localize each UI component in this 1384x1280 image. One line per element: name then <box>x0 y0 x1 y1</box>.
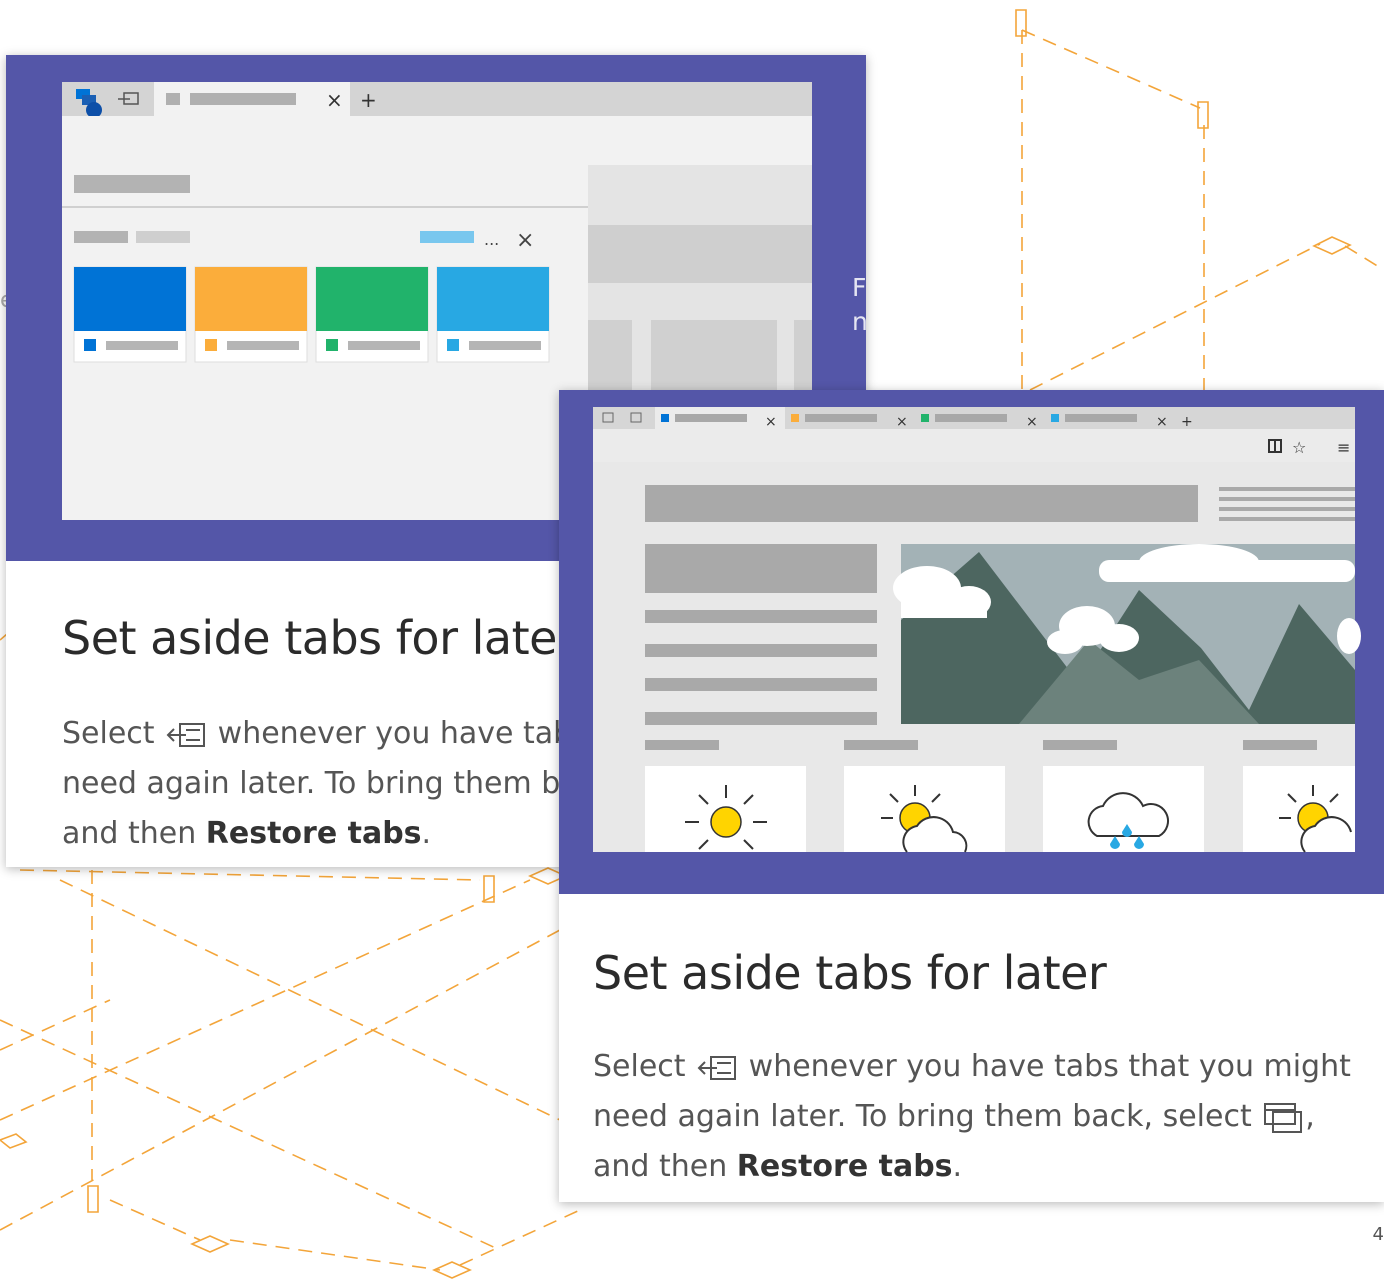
tip-body-text: . <box>421 816 432 851</box>
tile-cyan[interactable] <box>436 266 550 363</box>
tip-body-text: Select <box>593 1049 686 1084</box>
tabs-set-aside-icon <box>1264 1102 1303 1133</box>
tip-body-text: . <box>952 1149 963 1184</box>
tip-card-front: × × × × + ☆ ≡ Set aside tabs for later S… <box>559 390 1384 1202</box>
tile-blue[interactable] <box>73 266 187 363</box>
new-tab-icon[interactable]: + <box>360 88 377 112</box>
close-icon[interactable]: × <box>326 88 343 112</box>
restore-tabs-label: Restore tabs <box>736 1149 953 1184</box>
page-number: 4 <box>1372 1224 1384 1245</box>
svg-text:×: × <box>1156 414 1168 430</box>
restore-tabs-label: Restore tabs <box>205 816 422 851</box>
favorite-star-icon[interactable]: ☆ <box>1292 438 1306 457</box>
tip-title: Set aside tabs for later <box>593 946 1107 1000</box>
svg-text:...: ... <box>484 230 499 249</box>
svg-text:×: × <box>1026 414 1038 430</box>
tile-green[interactable] <box>315 266 429 363</box>
tile-orange[interactable] <box>194 266 308 363</box>
svg-text:×: × <box>896 414 908 430</box>
set-aside-tabs-icon <box>166 722 206 747</box>
hub-icon[interactable]: ≡ <box>1337 438 1350 457</box>
tip-title: Set aside tabs for later <box>62 611 576 665</box>
side-fragment-text: F <box>852 273 866 302</box>
close-icon[interactable]: × <box>516 228 534 253</box>
side-fragment-text: n <box>852 307 866 336</box>
mountain-icon <box>893 544 1361 724</box>
set-aside-tabs-icon <box>697 1055 737 1080</box>
svg-text:×: × <box>765 414 777 430</box>
card-hero-illustration: × × × × + ☆ ≡ <box>559 390 1384 894</box>
tip-body-text: Select <box>62 716 155 751</box>
svg-text:+: + <box>1181 414 1193 430</box>
tip-body: Select whenever you have tabs that you m… <box>593 1042 1363 1192</box>
browser-illustration: × × × × + ☆ ≡ <box>593 407 1361 853</box>
